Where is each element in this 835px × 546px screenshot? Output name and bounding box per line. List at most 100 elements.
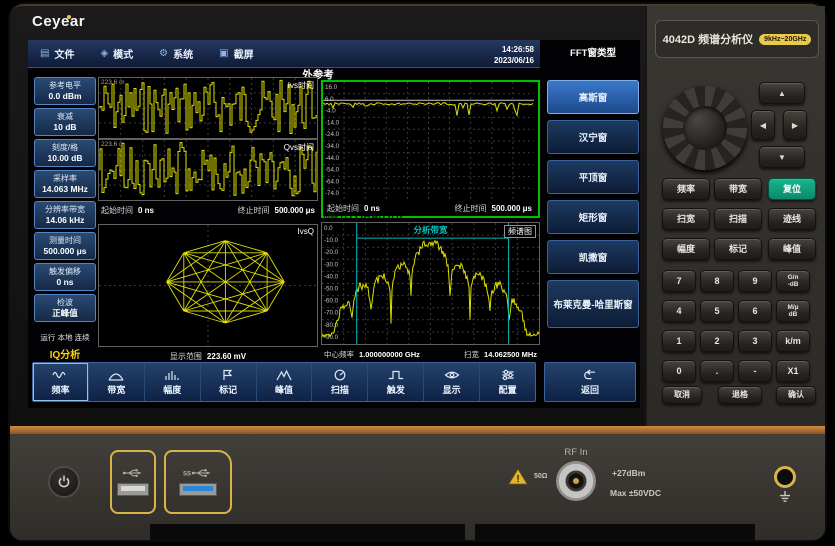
sidebar-param-trigger-offset[interactable]: 触发偏移 0 ns — [34, 263, 96, 291]
svg-text:-20.0: -20.0 — [324, 249, 339, 256]
menu-item-screenshot[interactable]: ▣截屏 — [219, 46, 253, 61]
sidebar-param-attenuation[interactable]: 衰减10 dB — [34, 108, 96, 136]
measurement-mode[interactable]: IQ分析 — [30, 346, 100, 361]
toolbar-marker[interactable]: 标记 — [201, 363, 257, 401]
key-backspace[interactable]: 退格 — [718, 386, 762, 404]
amp-icon — [164, 369, 180, 381]
key-minus[interactable]: - — [738, 360, 772, 382]
sidebar-param-scale-per-div[interactable]: 刻度/格10.00 dB — [34, 139, 96, 167]
toolbar-bandwidth[interactable]: 带宽 — [89, 363, 145, 401]
toolbar-label: 标记 — [219, 383, 237, 396]
key-cancel[interactable]: 取消 — [662, 386, 702, 404]
ground-terminal — [774, 466, 796, 488]
fkey-bandwidth[interactable]: 带宽 — [714, 178, 762, 200]
ivsq-title: IvsQ — [298, 227, 314, 236]
display-range: 显示范围223.60 mV — [170, 351, 246, 362]
param-value: 500.000 μs — [43, 247, 86, 256]
param-label: 触发偏移 — [49, 268, 81, 276]
fft-window-blackman-harris[interactable]: 布莱克曼-哈里斯窗 — [547, 280, 639, 328]
key-2[interactable]: 2 — [700, 330, 734, 352]
fft-window-flattop[interactable]: 平顶窗 — [547, 160, 639, 194]
param-value: 正峰值 — [52, 309, 78, 318]
param-label: 刻度/格 — [52, 144, 78, 152]
fft-window-rectangular[interactable]: 矩形窗 — [547, 200, 639, 234]
fft-window-label: 矩形窗 — [579, 210, 608, 224]
fkey-span[interactable]: 扫宽 — [662, 208, 710, 230]
key-8[interactable]: 8 — [700, 270, 734, 292]
sidebar-param-rbw[interactable]: 分辨率带宽14.06 kHz — [34, 201, 96, 229]
sweep-icon — [332, 369, 348, 381]
marker-icon — [220, 369, 236, 381]
menu-item-system[interactable]: ⚙系统 — [159, 46, 193, 61]
spectrogram-label[interactable]: 频谱图 — [504, 225, 536, 238]
key-1[interactable]: 1 — [662, 330, 696, 352]
key-3[interactable]: 3 — [738, 330, 772, 352]
arrow-key-down[interactable]: ▼ — [759, 146, 805, 168]
arrow-key-right[interactable]: ▶ — [783, 110, 807, 140]
fkey-frequency[interactable]: 频率 — [662, 178, 710, 200]
fkey-trace[interactable]: 迹线 — [768, 208, 816, 230]
key-6[interactable]: 6 — [738, 300, 772, 322]
system-icon: ⚙ — [159, 48, 168, 59]
fkey-peak[interactable]: 峰值 — [768, 238, 816, 260]
start-time: 起始时间0 ns — [101, 205, 154, 216]
amp-stop-time: 终止时间500.000 μs — [455, 203, 532, 214]
key-k-m[interactable]: k/m — [776, 330, 810, 352]
toolbar-display[interactable]: 显示 — [424, 363, 480, 401]
power-button[interactable] — [48, 466, 80, 498]
fft-window-kaiser[interactable]: 凯撒窗 — [547, 240, 639, 274]
clock: 14:26:58 2023/06/16 — [494, 44, 534, 66]
sidebar-param-measure-time[interactable]: 测量时间 500.000 μs — [34, 232, 96, 260]
key-x1[interactable]: X1 — [776, 360, 810, 382]
fft-window-hanning[interactable]: 汉宁窗 — [547, 120, 639, 154]
toolbar-amplitude[interactable]: 幅度 — [145, 363, 201, 401]
rotary-knob[interactable] — [663, 86, 747, 170]
usb2-port — [110, 450, 156, 514]
key-5[interactable]: 5 — [700, 300, 734, 322]
fkey-reset[interactable]: 复位 — [768, 178, 816, 200]
max-power-label: +27dBm — [612, 468, 645, 478]
svg-text:-14.0: -14.0 — [325, 119, 340, 126]
arrow-key-left[interactable]: ◀ — [751, 110, 775, 140]
key-4[interactable]: 4 — [662, 300, 696, 322]
toolbar-peak[interactable]: 峰值 — [257, 363, 313, 401]
key-9[interactable]: 9 — [738, 270, 772, 292]
key-g-n[interactable]: G/n -dB — [776, 270, 810, 292]
svg-text:16.0: 16.0 — [325, 84, 338, 91]
back-button[interactable]: 返回 — [544, 362, 636, 402]
svg-text:-24.0: -24.0 — [325, 131, 340, 138]
fkey-marker[interactable]: 标记 — [714, 238, 762, 260]
key-dot[interactable]: . — [700, 360, 734, 382]
menu-item-file[interactable]: ▤文件 — [40, 46, 74, 61]
display-icon — [444, 369, 460, 381]
key-0[interactable]: 0 — [662, 360, 696, 382]
copper-trim — [10, 426, 825, 434]
fft-window-label: 布莱克曼-哈里斯窗 — [553, 297, 632, 311]
toolbar-sweep[interactable]: 扫描 — [312, 363, 368, 401]
sidebar-param-detector[interactable]: 检波正峰值 — [34, 294, 96, 322]
toolbar-trigger[interactable]: 触发 — [368, 363, 424, 401]
fkey-sweep[interactable]: 扫描 — [714, 208, 762, 230]
time-axis-row: 起始时间0 ns 终止时间500.000 μs — [98, 203, 318, 217]
menu-item-mode[interactable]: ◈模式 — [100, 46, 133, 61]
amplitude-vs-time-plot[interactable]: 16.06.0-4.0-14.0-24.0-34.0-44.0-54.0-64.… — [321, 80, 540, 218]
toolbar-config[interactable]: 配置 — [480, 363, 535, 401]
param-value: 0 ns — [56, 278, 73, 287]
toolbar-frequency[interactable]: 频率 — [33, 363, 89, 401]
svg-text:-70.0: -70.0 — [324, 310, 339, 317]
bottom-toolbar: 频率 带宽幅度标记 峰值扫描触发显示配置 — [32, 362, 536, 402]
key-7[interactable]: 7 — [662, 270, 696, 292]
fkey-amplitude[interactable]: 幅度 — [662, 238, 710, 260]
key-confirm[interactable]: 确认 — [776, 386, 816, 404]
rotary-knob-center[interactable] — [683, 106, 727, 150]
arrow-key-up[interactable]: ▲ — [759, 82, 805, 104]
fft-window-gaussian[interactable]: 高斯窗 — [547, 80, 639, 114]
toolbar-label: 频率 — [51, 383, 69, 396]
usb3-tongue — [183, 486, 213, 491]
key-m-u[interactable]: M/µ dB — [776, 300, 810, 322]
sidebar-param-sample-rate[interactable]: 采样率14.063 MHz — [34, 170, 96, 198]
sidebar-param-ref-level[interactable]: 参考电平0.0 dBm — [34, 77, 96, 105]
param-label: 测量时间 — [49, 237, 81, 245]
fft-window-label: 高斯窗 — [579, 90, 608, 104]
center-frequency: 中心频率1.000000000 GHz — [324, 349, 420, 360]
